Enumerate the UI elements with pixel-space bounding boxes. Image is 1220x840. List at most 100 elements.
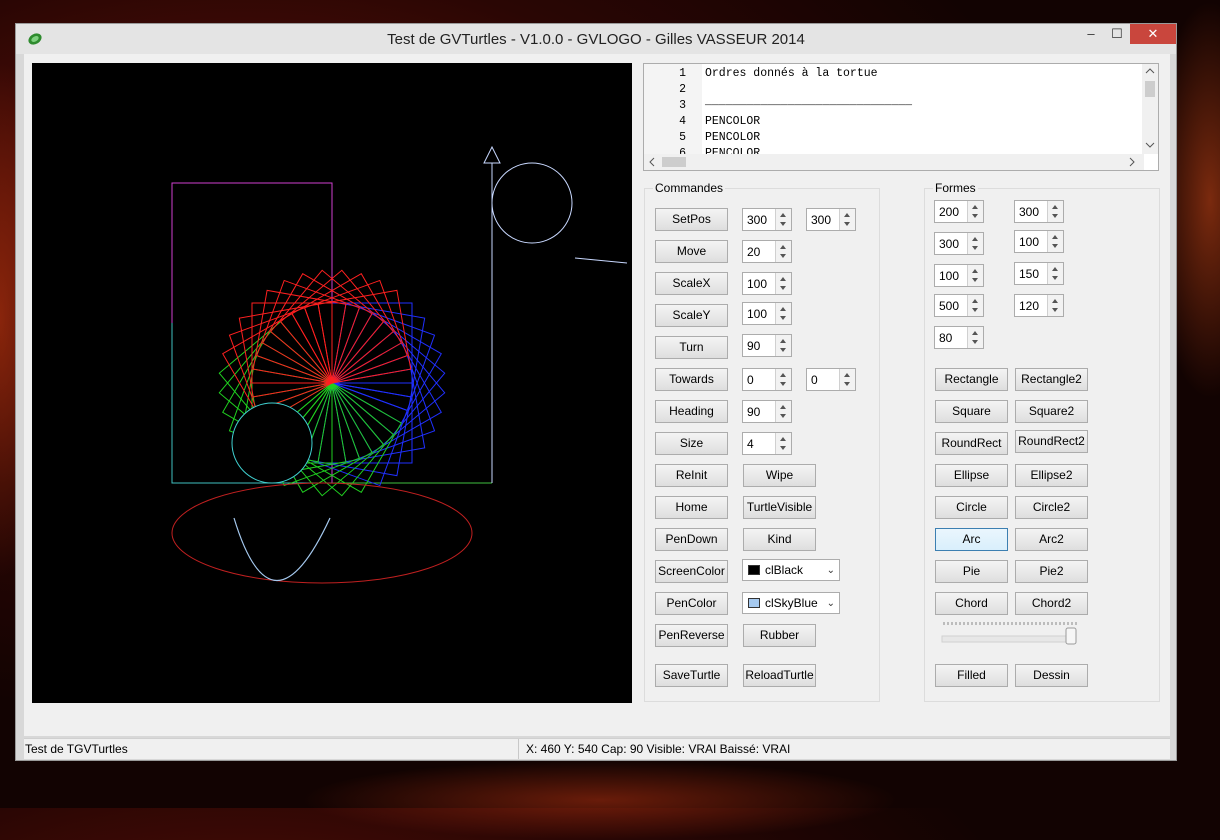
turn-button[interactable]: Turn bbox=[655, 336, 728, 359]
forme-stepper-5[interactable]: 100 bbox=[934, 264, 984, 287]
dessin-button[interactable]: Dessin bbox=[1015, 664, 1088, 687]
stepper-arrows[interactable] bbox=[1047, 295, 1063, 316]
forme-stepper-4[interactable]: 100 bbox=[1014, 230, 1064, 253]
setpos-button[interactable]: SetPos bbox=[655, 208, 728, 231]
spiral-square bbox=[331, 307, 436, 412]
stepper-arrows[interactable] bbox=[775, 303, 791, 324]
saveturtle-button[interactable]: SaveTurtle bbox=[655, 664, 728, 687]
stepper-arrows[interactable] bbox=[775, 433, 791, 454]
wipe-button[interactable]: Wipe bbox=[743, 464, 816, 487]
hscroll-arrows-icon bbox=[649, 157, 1135, 167]
forme-stepper-2[interactable]: 300 bbox=[1014, 200, 1064, 223]
vertical-scrollbar[interactable] bbox=[1142, 64, 1158, 154]
forme-stepper-7[interactable]: 500 bbox=[934, 294, 984, 317]
skyblue-arc bbox=[233, 517, 331, 581]
arc-button[interactable]: Arc bbox=[935, 528, 1008, 551]
forme-stepper-8[interactable]: 120 bbox=[1014, 294, 1064, 317]
forme-stepper-9[interactable]: 80 bbox=[934, 326, 984, 349]
towards-x-stepper[interactable]: 0 bbox=[742, 368, 792, 391]
move-button[interactable]: Move bbox=[655, 240, 728, 263]
stepper-value: 20 bbox=[747, 245, 761, 259]
stepper-arrows[interactable] bbox=[775, 209, 791, 230]
stepper-arrows[interactable] bbox=[839, 369, 855, 390]
reloadturtle-button[interactable]: ReloadTurtle bbox=[743, 664, 816, 687]
scalex-button[interactable]: ScaleX bbox=[655, 272, 728, 295]
stepper-arrows[interactable] bbox=[775, 401, 791, 422]
stepper-arrows[interactable] bbox=[775, 369, 791, 390]
stepper-arrows[interactable] bbox=[967, 265, 983, 286]
screencolor-select[interactable]: clBlack ⌄ bbox=[742, 559, 840, 581]
maximize-button[interactable]: ☐ bbox=[1104, 24, 1130, 44]
arc2-button[interactable]: Arc2 bbox=[1015, 528, 1088, 551]
slider-thumb[interactable] bbox=[1065, 627, 1077, 645]
forme-stepper-6[interactable]: 150 bbox=[1014, 262, 1064, 285]
stepper-arrows[interactable] bbox=[839, 209, 855, 230]
stepper-arrows[interactable] bbox=[967, 201, 983, 222]
forme-stepper-3[interactable]: 300 bbox=[934, 232, 984, 255]
stepper-arrows[interactable] bbox=[775, 335, 791, 356]
stepper-value: 100 bbox=[1019, 235, 1040, 249]
filled-button[interactable]: Filled bbox=[935, 664, 1008, 687]
turn-stepper[interactable]: 90 bbox=[742, 334, 792, 357]
towards-y-stepper[interactable]: 0 bbox=[806, 368, 856, 391]
circle2-button[interactable]: Circle2 bbox=[1015, 496, 1088, 519]
screencolor-button[interactable]: ScreenColor bbox=[655, 560, 728, 583]
home-button[interactable]: Home bbox=[655, 496, 728, 519]
stepper-arrows[interactable] bbox=[967, 295, 983, 316]
penreverse-button[interactable]: PenReverse bbox=[655, 624, 728, 647]
ellipse-button[interactable]: Ellipse bbox=[935, 464, 1008, 487]
stepper-value: 200 bbox=[939, 205, 960, 219]
rectangle2-button[interactable]: Rectangle2 bbox=[1015, 368, 1088, 391]
forme-stepper-1[interactable]: 200 bbox=[934, 200, 984, 223]
reinit-button[interactable]: ReInit bbox=[655, 464, 728, 487]
rubber-button[interactable]: Rubber bbox=[743, 624, 816, 647]
minimize-button[interactable]: – bbox=[1078, 24, 1104, 44]
chevron-down-icon: ⌄ bbox=[826, 565, 835, 576]
client-area: 1 Ordres donnés à la tortue 2 3 __________… bbox=[24, 54, 1170, 736]
stepper-arrows[interactable] bbox=[775, 241, 791, 262]
stepper-value: 0 bbox=[747, 373, 754, 387]
close-button[interactable]: ✕ bbox=[1130, 24, 1176, 44]
scaley-button[interactable]: ScaleY bbox=[655, 304, 728, 327]
roundrect2-button[interactable]: RoundRect2 bbox=[1015, 430, 1088, 453]
horizontal-scrollbar[interactable] bbox=[644, 154, 1144, 170]
pencolor-button[interactable]: PenColor bbox=[655, 592, 728, 615]
ellipse2-button[interactable]: Ellipse2 bbox=[1015, 464, 1088, 487]
square-button[interactable]: Square bbox=[935, 400, 1008, 423]
towards-button[interactable]: Towards bbox=[655, 368, 728, 391]
heading-stepper[interactable]: 90 bbox=[742, 400, 792, 423]
kind-button[interactable]: Kind bbox=[743, 528, 816, 551]
square2-button[interactable]: Square2 bbox=[1015, 400, 1088, 423]
spiral-square bbox=[279, 269, 394, 384]
circle-button[interactable]: Circle bbox=[935, 496, 1008, 519]
scalex-stepper[interactable]: 100 bbox=[742, 272, 792, 295]
turtle-canvas[interactable] bbox=[32, 63, 632, 703]
roundrect-button[interactable]: RoundRect bbox=[935, 432, 1008, 455]
setpos-y-stepper[interactable]: 300 bbox=[806, 208, 856, 231]
size-button[interactable]: Size bbox=[655, 432, 728, 455]
chord-button[interactable]: Chord bbox=[935, 592, 1008, 615]
stepper-arrows[interactable] bbox=[967, 327, 983, 348]
pencolor-select[interactable]: clSkyBlue ⌄ bbox=[742, 592, 840, 614]
setpos-x-stepper[interactable]: 300 bbox=[742, 208, 792, 231]
rectangle-button[interactable]: Rectangle bbox=[935, 368, 1008, 391]
scaley-stepper[interactable]: 100 bbox=[742, 302, 792, 325]
pie-button[interactable]: Pie bbox=[935, 560, 1008, 583]
stepper-arrows[interactable] bbox=[1047, 263, 1063, 284]
stepper-arrows[interactable] bbox=[1047, 231, 1063, 252]
size-stepper[interactable]: 4 bbox=[742, 432, 792, 455]
move-stepper[interactable]: 20 bbox=[742, 240, 792, 263]
stepper-arrows[interactable] bbox=[1047, 201, 1063, 222]
status-right: X: 460 Y: 540 Cap: 90 Visible: VRAI Bais… bbox=[526, 742, 791, 756]
pendown-button[interactable]: PenDown bbox=[655, 528, 728, 551]
status-bar: Test de TGVTurtles X: 460 Y: 540 Cap: 90… bbox=[24, 738, 1170, 759]
stepper-arrows[interactable] bbox=[775, 273, 791, 294]
pie2-button[interactable]: Pie2 bbox=[1015, 560, 1088, 583]
turtlevisible-button[interactable]: TurtleVisible bbox=[743, 496, 816, 519]
chord2-button[interactable]: Chord2 bbox=[1015, 592, 1088, 615]
heading-button[interactable]: Heading bbox=[655, 400, 728, 423]
commands-memo[interactable]: 1 Ordres donnés à la tortue 2 3 __________… bbox=[643, 63, 1159, 171]
stepper-arrows[interactable] bbox=[967, 233, 983, 254]
spiral-square bbox=[228, 307, 333, 412]
trackbar-slider[interactable] bbox=[940, 620, 1080, 646]
